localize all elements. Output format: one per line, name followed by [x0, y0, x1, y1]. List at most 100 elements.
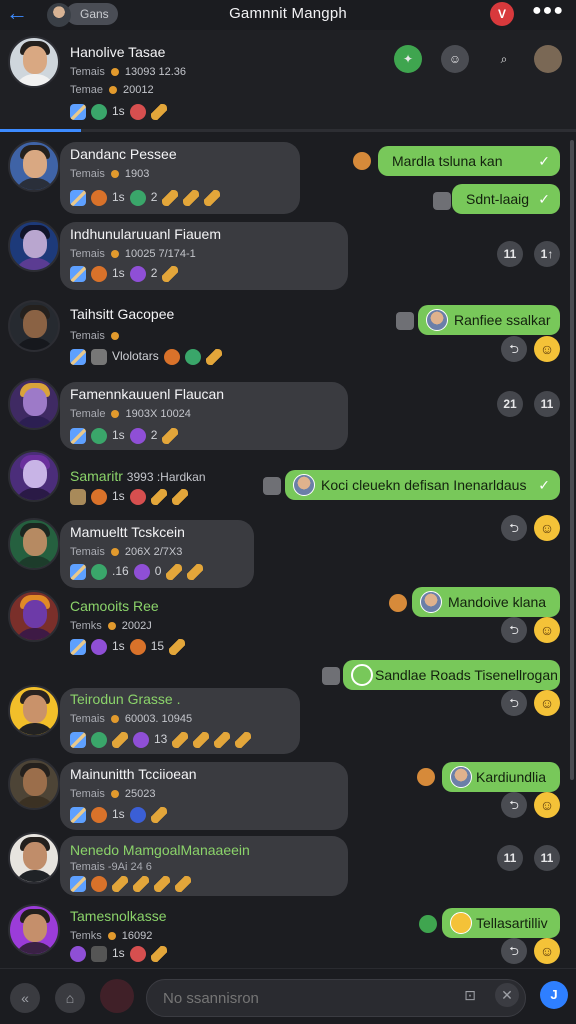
- player-name: Indhunularuuanl Fiauem: [70, 226, 221, 242]
- bolt-icon: [150, 807, 167, 823]
- smile-emoji-icon[interactable]: ☺: [534, 792, 560, 818]
- smile-emoji-icon[interactable]: ☺: [534, 938, 560, 964]
- sticker-picker-icon[interactable]: ✕: [495, 983, 519, 1007]
- smile-emoji-icon[interactable]: ☺: [534, 515, 560, 541]
- player-name: Tamesnolkasse: [70, 908, 167, 924]
- timer-icon: [129, 807, 146, 823]
- leaf-icon: [91, 428, 107, 444]
- bolt-icon: [162, 428, 179, 444]
- avatar[interactable]: [8, 518, 60, 570]
- chat-bubble[interactable]: Sdnt-laaig ✓: [452, 184, 560, 214]
- avatar[interactable]: [8, 140, 60, 192]
- shield-icon: [91, 190, 107, 206]
- smile-emoji-icon[interactable]: ☺: [534, 617, 560, 643]
- bolt-icon: [175, 876, 191, 892]
- player-stat: Temks 2002J: [70, 620, 152, 632]
- reaction-count[interactable]: 11: [497, 241, 523, 267]
- scrollbar[interactable]: [570, 140, 574, 780]
- smile-emoji-icon[interactable]: ☺: [534, 690, 560, 716]
- bolt-icon: [235, 732, 252, 748]
- chat-bubble[interactable]: Koci cleuekn defisan Inenarldaus ✓: [285, 470, 560, 500]
- search-icon[interactable]: ⌕: [490, 45, 518, 73]
- gem-icon: [129, 489, 146, 505]
- smile-emoji-icon[interactable]: ☺: [534, 336, 560, 362]
- back-icon[interactable]: «: [10, 983, 40, 1013]
- icon-count: 1s: [112, 639, 125, 653]
- potion-icon: [70, 946, 86, 962]
- avatar[interactable]: [8, 904, 60, 956]
- scroll-icon: [70, 489, 86, 505]
- player-name: Mainunitth Tcciioean: [70, 766, 197, 782]
- player-stat: Temais: [70, 330, 125, 342]
- shield-icon: [91, 807, 107, 823]
- sticker-icon: [353, 152, 371, 170]
- composer-bar: « ⌂ ⊡ ✕ J: [0, 968, 576, 1024]
- player-stat: Temais -9Ai 24 6: [70, 861, 152, 873]
- bubble-text: Mardla tsluna kan: [392, 153, 503, 169]
- stat-label: Temais: [70, 330, 105, 342]
- reply-icon[interactable]: ⮌: [501, 515, 527, 541]
- inventory-icons: 1s 2: [70, 266, 183, 284]
- friend-avatar[interactable]: [534, 45, 562, 73]
- avatar[interactable]: [8, 832, 60, 884]
- avatar[interactable]: [8, 300, 60, 352]
- inventory-icons: 1s: [70, 946, 172, 964]
- player-name-text: Samaritr: [70, 468, 123, 484]
- reply-icon[interactable]: ⮌: [501, 336, 527, 362]
- profile-icon[interactable]: ☺: [441, 45, 469, 73]
- more-options-icon[interactable]: ●●●: [532, 2, 564, 20]
- notification-badge[interactable]: V: [490, 2, 514, 26]
- avatar[interactable]: [8, 220, 60, 272]
- chat-bubble[interactable]: Tellasartilliv: [442, 908, 560, 938]
- potion-icon: [129, 266, 146, 282]
- icon-count: 1s: [112, 266, 125, 280]
- avatar[interactable]: [8, 758, 60, 810]
- sword-icon: [70, 564, 86, 580]
- reply-icon[interactable]: ⮌: [501, 792, 527, 818]
- reaction-count[interactable]: 1↑: [534, 241, 560, 267]
- avatar[interactable]: [8, 450, 60, 502]
- pinned-contact[interactable]: Hanolive Tasae Temais 13093 12.36 Temae 20…: [0, 30, 576, 130]
- bolt-icon: [150, 104, 167, 120]
- reaction-count[interactable]: 11: [534, 845, 560, 871]
- bolt-icon: [150, 489, 167, 505]
- avatar[interactable]: [8, 685, 60, 737]
- bolt-icon: [172, 732, 189, 748]
- inventory-icons: 1s: [70, 489, 193, 507]
- chat-bubble[interactable]: Kardiundlia: [442, 762, 560, 792]
- shield-icon: [163, 349, 180, 365]
- reaction-count[interactable]: 11: [497, 845, 523, 871]
- bolt-icon: [150, 946, 167, 962]
- reaction-count[interactable]: 21: [497, 391, 523, 417]
- chat-bubble[interactable]: Mandoive klana: [412, 587, 560, 617]
- sticker-icon: [389, 594, 407, 612]
- player-stat: Temais 206X 2/7X3: [70, 546, 182, 558]
- inventory-icons: 1s 2: [70, 190, 225, 208]
- stat-label: Temais: [70, 66, 105, 78]
- avatar[interactable]: [8, 378, 60, 430]
- game-controller-icon[interactable]: ✦: [394, 45, 422, 73]
- chat-bubble[interactable]: Mardla tsluna kan ✓: [378, 146, 560, 176]
- reply-icon[interactable]: ⮌: [501, 938, 527, 964]
- stat-value: 20012: [123, 84, 154, 96]
- send-button[interactable]: J: [540, 981, 568, 1009]
- reply-icon[interactable]: ⮌: [501, 690, 527, 716]
- avatar[interactable]: [8, 36, 60, 88]
- avatar[interactable]: [8, 590, 60, 642]
- camera-icon[interactable]: ⊡: [458, 983, 482, 1007]
- contact-stat: Temais 13093 12.36: [70, 66, 186, 78]
- reaction-count[interactable]: 11: [534, 391, 560, 417]
- icon-number: 2: [150, 266, 158, 280]
- timer-icon: [91, 876, 107, 892]
- stat-label: Temais: [70, 788, 105, 800]
- chat-bubble[interactable]: Ranfiee ssalkar: [418, 305, 560, 335]
- home-icon[interactable]: ⌂: [55, 983, 85, 1013]
- user-avatar[interactable]: [100, 979, 134, 1013]
- reply-icon[interactable]: ⮌: [501, 617, 527, 643]
- icon-count: 1s: [112, 190, 125, 204]
- chat-bubble[interactable]: Sandlae Roads Tisenellrogan: [343, 660, 560, 690]
- player-name: Samaritr 3993 :Hardkan: [70, 468, 206, 484]
- contact-stat: Temae 20012: [70, 84, 154, 96]
- bolt-icon: [162, 266, 179, 282]
- stat-label: Temais: [70, 546, 105, 558]
